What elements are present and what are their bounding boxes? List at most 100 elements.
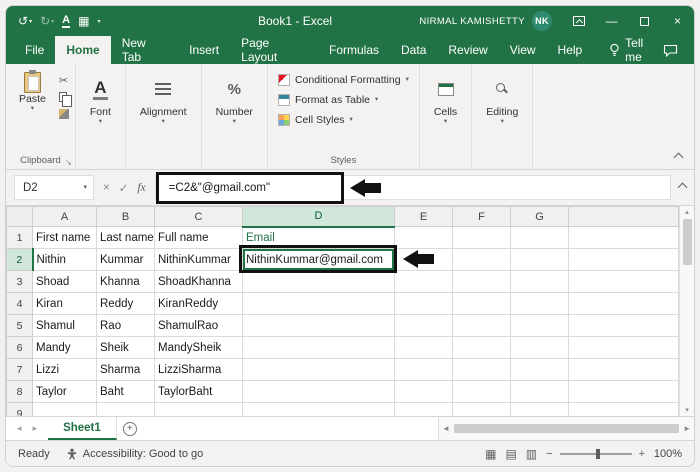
zoom-slider-thumb[interactable] — [595, 448, 600, 459]
cell-A6[interactable]: Mandy — [32, 336, 97, 359]
cell-F4[interactable] — [452, 292, 511, 315]
scroll-up-icon[interactable]: ▴ — [685, 208, 689, 216]
cell-filler-3[interactable] — [568, 270, 679, 293]
sheet-tab-sheet1[interactable]: Sheet1 — [48, 417, 117, 440]
row-header-5[interactable]: 5 — [6, 314, 33, 337]
tab-review[interactable]: Review — [437, 36, 498, 64]
clipboard-dialog-launcher[interactable]: ↘ — [65, 158, 72, 167]
ribbon-display-options-button[interactable] — [562, 6, 595, 36]
cell-D4[interactable] — [242, 292, 395, 315]
cell-G5[interactable] — [510, 314, 569, 337]
cell-filler-4[interactable] — [568, 292, 679, 315]
cell-E9[interactable] — [394, 402, 453, 416]
column-header-E[interactable]: E — [394, 206, 453, 227]
account-area[interactable]: NIRMAL KAMISHETTY NK — [419, 11, 552, 31]
minimize-button[interactable]: — — [595, 6, 628, 36]
cell-E6[interactable] — [394, 336, 453, 359]
cell-D5[interactable] — [242, 314, 395, 337]
cell-F2[interactable] — [452, 248, 511, 271]
comments-button[interactable] — [663, 36, 694, 64]
cell-A7[interactable]: Lizzi — [32, 358, 97, 381]
number-button[interactable]: % Number ▾ — [208, 70, 261, 128]
row-header-3[interactable]: 3 — [6, 270, 33, 293]
cell-G2[interactable] — [510, 248, 569, 271]
cell-D9[interactable] — [242, 402, 395, 416]
cell-D1[interactable]: Email — [242, 226, 395, 249]
scroll-down-icon[interactable]: ▾ — [685, 406, 689, 414]
cell-F8[interactable] — [452, 380, 511, 403]
tab-formulas[interactable]: Formulas — [318, 36, 390, 64]
horizontal-scrollbar[interactable]: ◄ ► — [438, 417, 694, 440]
cell-A1[interactable]: First name — [32, 226, 97, 249]
row-header-1[interactable]: 1 — [6, 226, 33, 249]
cell-F3[interactable] — [452, 270, 511, 293]
cell-D8[interactable] — [242, 380, 395, 403]
cell-C2[interactable]: NithinKummar — [154, 248, 243, 271]
conditional-formatting-button[interactable]: Conditional Formatting ▾ — [274, 70, 413, 89]
table-icon[interactable]: ▦ — [78, 14, 89, 28]
tab-new-tab[interactable]: New Tab — [111, 36, 178, 64]
cell-D2[interactable]: NithinKummar@gmail.com — [242, 248, 395, 271]
cell-G8[interactable] — [510, 380, 569, 403]
cell-C1[interactable]: Full name — [154, 226, 243, 249]
cell-B4[interactable]: Reddy — [96, 292, 155, 315]
cell-B6[interactable]: Sheik — [96, 336, 155, 359]
maximize-button[interactable] — [628, 6, 661, 36]
cell-F9[interactable] — [452, 402, 511, 416]
scroll-right-icon[interactable]: ► — [683, 424, 691, 433]
cell-A5[interactable]: Shamul — [32, 314, 97, 337]
row-header-6[interactable]: 6 — [6, 336, 33, 359]
cell-B2[interactable]: Kummar — [96, 248, 155, 271]
horizontal-scroll-thumb[interactable] — [453, 424, 680, 433]
cell-filler-7[interactable] — [568, 358, 679, 381]
column-header-A[interactable]: A — [32, 206, 97, 227]
zoom-slider[interactable] — [559, 448, 632, 459]
cell-B7[interactable]: Sharma — [96, 358, 155, 381]
cell-F1[interactable] — [452, 226, 511, 249]
column-header-G[interactable]: G — [510, 206, 569, 227]
cell-G7[interactable] — [510, 358, 569, 381]
cell-A2[interactable]: Nithin — [32, 248, 97, 271]
tab-page-layout[interactable]: Page Layout — [230, 36, 318, 64]
vertical-scrollbar[interactable]: ▴ ▾ — [679, 206, 694, 416]
collapse-ribbon-button[interactable] — [673, 152, 684, 163]
close-button[interactable]: × — [661, 6, 694, 36]
column-header-F[interactable]: F — [452, 206, 511, 227]
scroll-left-icon[interactable]: ◄ — [442, 424, 450, 433]
page-layout-view-button[interactable]: ▤ — [505, 447, 516, 461]
cell-C5[interactable]: ShamulRao — [154, 314, 243, 337]
tab-data[interactable]: Data — [390, 36, 437, 64]
cells-button[interactable]: Cells ▾ — [426, 70, 465, 128]
cell-G6[interactable] — [510, 336, 569, 359]
accessibility-status[interactable]: Accessibility: Good to go — [66, 448, 203, 460]
cell-A8[interactable]: Taylor — [32, 380, 97, 403]
cell-C8[interactable]: TaylorBaht — [154, 380, 243, 403]
name-box[interactable]: D2 ▾ — [14, 175, 94, 200]
tab-insert[interactable]: Insert — [178, 36, 230, 64]
redo-button[interactable]: ↻ ▾ — [40, 14, 54, 28]
row-header-4[interactable]: 4 — [6, 292, 33, 315]
cell-D3[interactable] — [242, 270, 395, 293]
cell-C6[interactable]: MandySheik — [154, 336, 243, 359]
cell-G1[interactable] — [510, 226, 569, 249]
column-header-D[interactable]: D — [242, 206, 395, 228]
cell-F6[interactable] — [452, 336, 511, 359]
row-header-9[interactable]: 9 — [6, 402, 33, 416]
cut-button[interactable]: ✂ — [59, 73, 69, 87]
row-header-2[interactable]: 2 — [6, 248, 34, 271]
cell-C3[interactable]: ShoadKhanna — [154, 270, 243, 293]
cell-B5[interactable]: Rao — [96, 314, 155, 337]
zoom-out-button[interactable]: − — [546, 448, 552, 460]
normal-view-button[interactable]: ▦ — [485, 447, 496, 461]
cancel-icon[interactable]: × — [103, 182, 110, 194]
enter-check-icon[interactable]: ✓ — [119, 181, 129, 195]
cell-F5[interactable] — [452, 314, 511, 337]
zoom-in-button[interactable]: + — [639, 448, 645, 460]
expand-formula-bar-button[interactable] — [677, 182, 688, 193]
cell-G9[interactable] — [510, 402, 569, 416]
tell-me-button[interactable]: Tell me — [609, 36, 663, 64]
qat-customize-caret[interactable]: ▾ — [97, 18, 100, 25]
underline-button[interactable]: A — [62, 14, 71, 28]
cell-E5[interactable] — [394, 314, 453, 337]
font-button[interactable]: A Font ▾ — [82, 70, 119, 128]
